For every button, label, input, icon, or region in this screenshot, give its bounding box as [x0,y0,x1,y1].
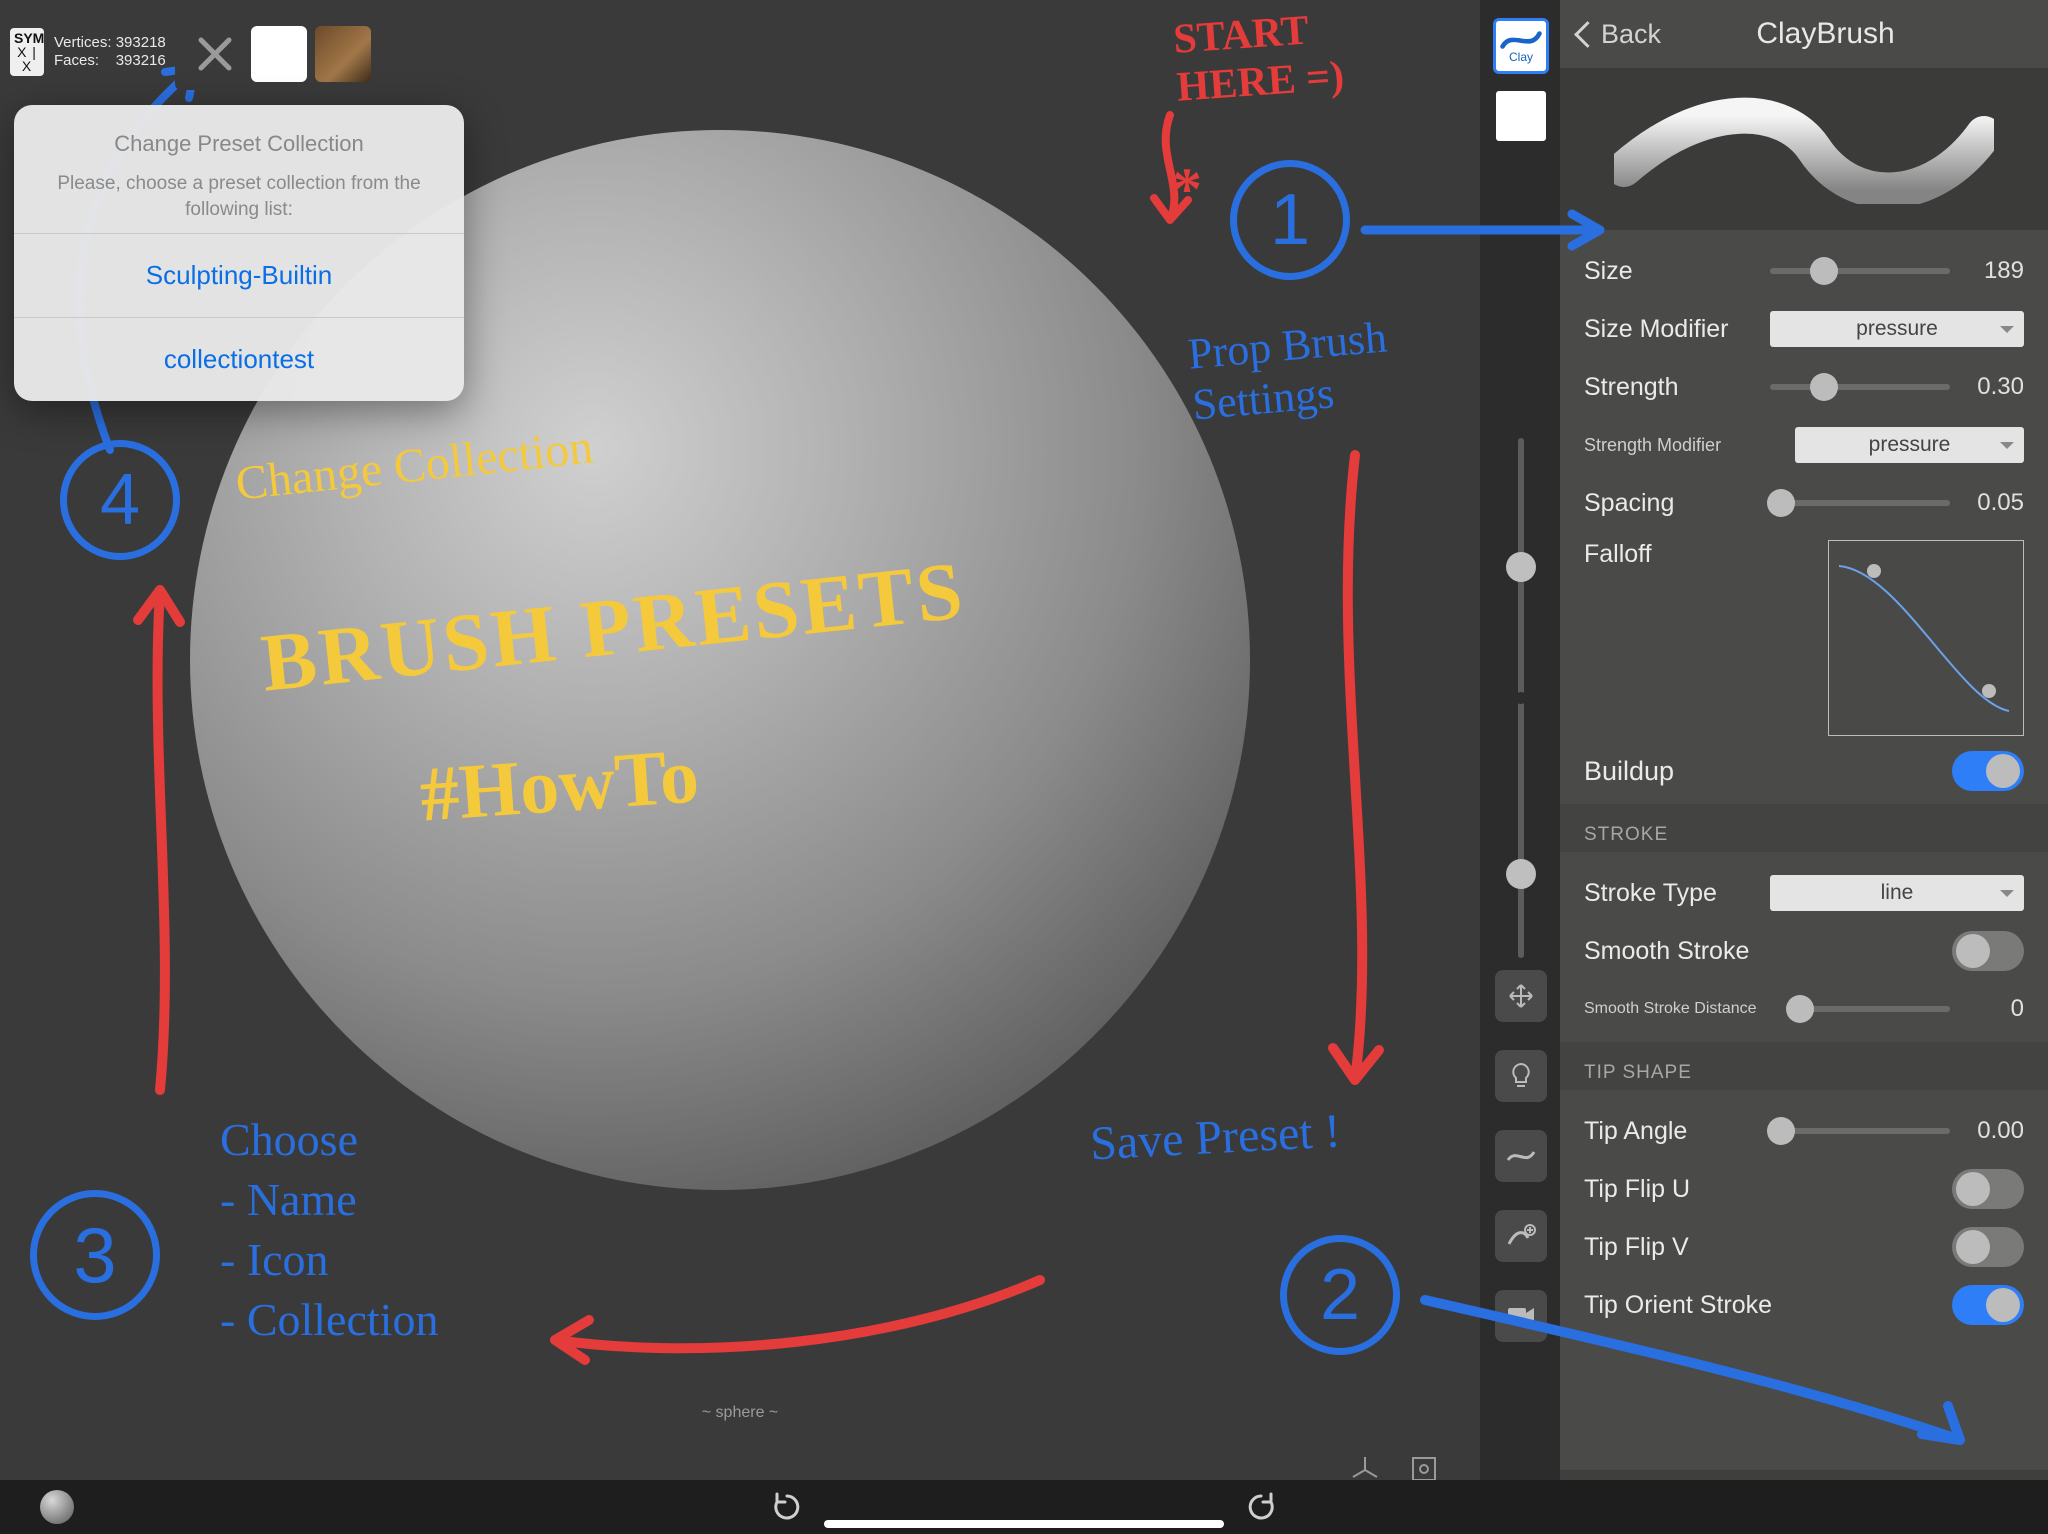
fullscreen-icon[interactable] [1410,1455,1438,1483]
slider-midpoint-icon [1515,692,1527,704]
preset-thumb-photo[interactable] [315,26,371,82]
strength-slider[interactable] [1770,384,1950,390]
curve-icon [1506,1146,1536,1166]
spacing-slider[interactable] [1770,500,1950,506]
undo-button[interactable] [770,1490,804,1524]
tip-flip-u-label: Tip Flip U [1584,1175,1754,1204]
sym-line2: X | X [14,45,40,73]
move-icon [1508,983,1534,1009]
preset-strip: testytest [175,18,383,90]
falloff-curve-editor[interactable] [1828,540,2024,736]
tip-orient-toggle[interactable] [1952,1285,2024,1325]
active-brush-thumb[interactable]: Clay [1493,18,1549,74]
collection-option-builtin[interactable]: Sculpting-Builtin [14,233,464,317]
scene-label: ~ sphere ~ [702,1404,779,1422]
close-icon [195,34,235,74]
curve-button[interactable] [1495,1130,1547,1182]
lightbulb-button[interactable] [1495,1050,1547,1102]
size-value: 189 [1966,257,2024,285]
home-indicator[interactable] [824,1520,1224,1528]
smooth-stroke-toggle[interactable] [1952,931,2024,971]
brush-stroke-icon [1500,28,1542,52]
chevron-down-icon [2000,326,2014,340]
size-modifier-select[interactable]: pressure [1770,311,2024,347]
tip-angle-slider[interactable] [1770,1128,1950,1134]
tip-orient-label: Tip Orient Stroke [1584,1291,1844,1320]
chevron-down-icon [2000,442,2014,456]
move-tool-button[interactable] [1495,970,1547,1022]
redo-button[interactable] [1244,1490,1278,1524]
panel-title: ClayBrush [1621,17,2030,51]
brush-preview [1560,68,2048,230]
strength-label: Strength [1584,373,1754,402]
falloff-label: Falloff [1584,540,1754,569]
strength-value: 0.30 [1966,373,2024,401]
smooth-stroke-label: Smooth Stroke [1584,937,1754,966]
smooth-dist-value: 0 [1966,995,2024,1023]
slider-knob[interactable] [1506,552,1536,582]
size-modifier-label: Size Modifier [1584,315,1754,344]
tip-angle-label: Tip Angle [1584,1117,1754,1146]
tip-flip-v-label: Tip Flip V [1584,1233,1754,1262]
stroke-add-button[interactable] [1495,1210,1547,1262]
mesh-stats: SYM X | X Vertices: 393218 Faces: 393216 [10,28,166,76]
size-label: Size [1584,257,1754,286]
spacing-value: 0.05 [1966,489,2024,517]
brush-preview-stroke-icon [1614,94,1994,204]
stats-text: Vertices: 393218 Faces: 393216 [54,34,166,70]
chevron-left-icon [1574,21,1601,48]
material-ball-button[interactable] [40,1490,74,1524]
brush-thumb-label: Clay [1509,50,1533,64]
stroke-section-header: STROKE [1560,804,2048,852]
buildup-label: Buildup [1584,756,1754,787]
popover-title: Change Preset Collection [40,131,438,157]
camera-button[interactable] [1495,1290,1547,1342]
tip-shape-section-header: TIP SHAPE [1560,1042,2048,1090]
smooth-dist-label: Smooth Stroke Distance [1584,1000,1779,1018]
brush-size-vslider[interactable] [1518,438,1524,958]
collection-option-test[interactable]: collectiontest [14,317,464,401]
change-collection-popover: Change Preset Collection Please, choose … [14,105,464,401]
stroke-type-label: Stroke Type [1584,879,1754,908]
tip-angle-value: 0.00 [1966,1117,2024,1145]
size-slider[interactable] [1770,268,1950,274]
close-presets-button[interactable] [187,26,243,82]
stroke-type-select[interactable]: line [1770,875,2024,911]
falloff-curve-icon [1829,541,2023,735]
tip-flip-u-toggle[interactable] [1952,1169,2024,1209]
strength-modifier-select[interactable]: pressure [1795,427,2024,463]
strength-modifier-label: Strength Modifier [1584,435,1779,456]
tip-flip-v-toggle[interactable] [1952,1227,2024,1267]
stroke-add-icon [1506,1222,1536,1250]
color-swatch[interactable] [1493,88,1549,144]
sym-line1: SYM [14,31,40,45]
tool-column: Clay [1492,18,1550,958]
popover-message: Please, choose a preset collection from … [40,171,438,223]
preset-thumb-testytest[interactable]: testytest [251,26,307,82]
symmetry-badge[interactable]: SYM X | X [10,28,44,76]
camera-icon [1506,1305,1536,1327]
chevron-down-icon [2000,890,2014,904]
thumb-label: testytest [259,26,300,82]
brush-properties-panel: Back ClayBrush Size 189 Size Modifier pr… [1560,0,2048,1534]
buildup-toggle[interactable] [1952,751,2024,791]
lightbulb-icon [1509,1062,1533,1090]
viewport-tool-icons [1492,970,1550,1342]
smooth-dist-slider[interactable] [1795,1006,1950,1012]
spacing-label: Spacing [1584,489,1754,518]
slider-knob-2[interactable] [1506,859,1536,889]
